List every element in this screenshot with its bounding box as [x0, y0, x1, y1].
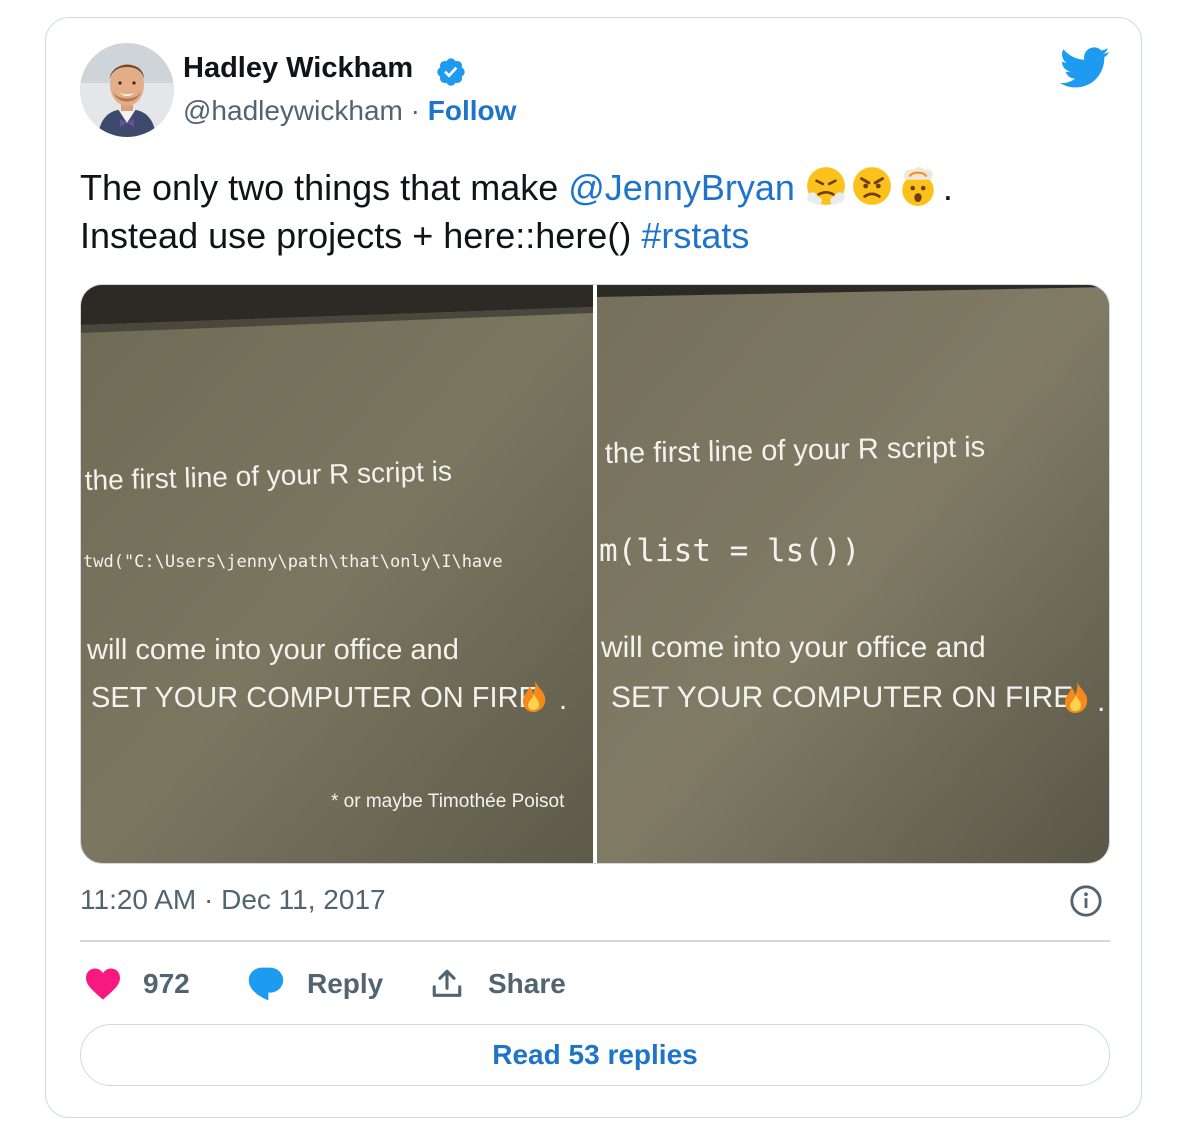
reply-label: Reply [307, 968, 384, 999]
share-button[interactable]: Share [430, 962, 566, 1006]
author-handle[interactable]: @hadleywickham [183, 95, 403, 126]
reply-button[interactable]: Reply [247, 962, 383, 1006]
share-label: Share [488, 968, 566, 999]
tweet-line-1: The only two things that make @JennyBrya… [80, 164, 953, 212]
slide-photo-right: the first line of your R script is m(lis… [597, 285, 1109, 863]
face-with-steam-icon [807, 167, 845, 205]
follow-link[interactable]: Follow [428, 95, 517, 126]
hashtag-link[interactable]: #rstats [641, 215, 749, 256]
tweet-image-left[interactable]: the first line of your R script is twd("… [81, 285, 593, 863]
avatar[interactable] [80, 43, 174, 137]
slide-right-line1: the first line of your R script is [605, 431, 986, 470]
exploding-head-icon [902, 167, 934, 206]
tweet-timestamp[interactable]: 11:20 AM · Dec 11, 2017 [80, 884, 386, 916]
share-icon [432, 969, 462, 997]
read-replies-button[interactable]: Read 53 replies [80, 1024, 1110, 1086]
tweet-image-right[interactable]: the first line of your R script is m(lis… [597, 285, 1109, 863]
heart-icon [86, 968, 120, 1000]
slide-photo-left: the first line of your R script is twd("… [81, 285, 593, 863]
mention-link[interactable]: @JennyBryan [568, 167, 795, 208]
slide-left-footnote: * or maybe Timothée Poisot [331, 791, 565, 812]
handle-separator: · [410, 95, 420, 126]
tweet-text: The only two things that make @JennyBrya… [80, 164, 953, 260]
like-button[interactable]: 972 [84, 962, 190, 1006]
tweet-media: the first line of your R script is twd("… [80, 284, 1110, 864]
tweet-text-line2: Instead use projects + here::here() [80, 215, 642, 256]
slide-right-period: . [1097, 685, 1105, 718]
divider [80, 940, 1110, 942]
tweet-line-2: Instead use projects + here::here() #rst… [80, 212, 953, 260]
slide-left-line3: SET YOUR COMPUTER ON FIRE [91, 682, 538, 714]
verified-badge-icon [437, 58, 465, 86]
author-handle-row: @hadleywickham · Follow [183, 95, 516, 127]
slide-right-line2: will come into your office and [600, 631, 986, 664]
slide-left-code: twd("C:\Users\jenny\path\that\only\I\hav… [83, 552, 503, 572]
info-icon[interactable] [1069, 884, 1103, 918]
like-count: 972 [143, 968, 190, 999]
slide-right-line3: SET YOUR COMPUTER ON FIRE [611, 681, 1073, 714]
avatar-photo [80, 43, 174, 137]
reply-bubble-icon [248, 967, 284, 1001]
slide-left-period: . [559, 684, 567, 716]
tweet-period: . [942, 167, 953, 208]
slide-right-code: m(list = ls()) [599, 533, 860, 569]
slide-left-line2: will come into your office and [86, 634, 459, 666]
twitter-bird-icon[interactable] [1060, 47, 1110, 89]
angry-face-icon [853, 167, 891, 205]
tweet-text-part: The only two things that make [80, 167, 569, 208]
author-display-name[interactable]: Hadley Wickham [183, 52, 413, 85]
